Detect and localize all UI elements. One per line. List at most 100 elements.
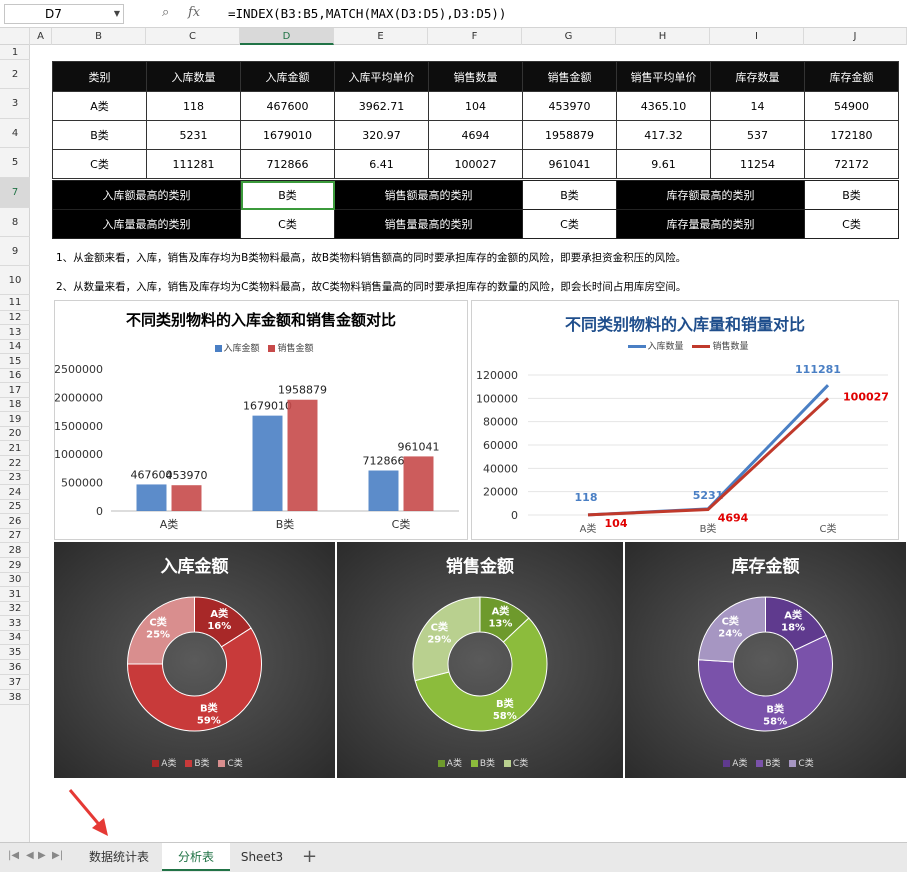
row-header[interactable]: 17	[0, 383, 30, 398]
row-header[interactable]: 11	[0, 295, 30, 311]
formula-input[interactable]: =INDEX(B3:B5,MATCH(MAX(D3:D5),D3:D5))	[228, 4, 506, 24]
table-header-cell[interactable]: 类别	[52, 61, 147, 92]
row-header[interactable]: 12	[0, 311, 30, 325]
row-header[interactable]: 7	[0, 178, 30, 208]
row-header[interactable]: 4	[0, 119, 30, 148]
row-header[interactable]: 28	[0, 543, 30, 558]
row-header[interactable]: 3	[0, 89, 30, 119]
row-header[interactable]: 34	[0, 631, 30, 645]
chevron-down-icon[interactable]: ▼	[114, 5, 120, 23]
row-header[interactable]: 31	[0, 587, 30, 602]
next-sheet-icon[interactable]: ▶	[38, 850, 46, 861]
summary-value[interactable]: B类	[522, 180, 617, 210]
row-header[interactable]: 20	[0, 427, 30, 441]
sheet-tab-active[interactable]: 分析表	[162, 843, 230, 871]
name-box[interactable]: D7 ▼	[4, 4, 124, 24]
add-sheet-button[interactable]: +	[302, 846, 317, 867]
first-sheet-icon[interactable]: |◀	[8, 850, 19, 861]
table-header-cell[interactable]: 库存金额	[804, 61, 899, 92]
table-cell[interactable]: 11254	[710, 149, 805, 179]
row-header[interactable]: 22	[0, 456, 30, 471]
column-header[interactable]: C	[146, 28, 240, 45]
row-header[interactable]: 38	[0, 690, 30, 705]
table-cell[interactable]: 100027	[428, 149, 523, 179]
donut-chart-sales-amount[interactable]: 销售金额 A类 13% B类 58% C类 29% A类 B类 C类	[337, 542, 623, 778]
summary-value[interactable]: C类	[522, 209, 617, 239]
row-header[interactable]: 23	[0, 471, 30, 485]
bar-chart[interactable]: 不同类别物料的入库金额和销售金额对比 入库金额 销售金额 0 500000 1000…	[54, 300, 468, 540]
table-cell[interactable]: 453970	[522, 91, 617, 121]
column-header[interactable]: A	[30, 28, 52, 45]
table-cell[interactable]: 54900	[804, 91, 899, 121]
summary-label[interactable]: 入库量最高的类别	[52, 209, 241, 239]
row-header[interactable]: 25	[0, 500, 30, 514]
table-cell[interactable]: 417.32	[616, 120, 711, 150]
table-cell[interactable]: 118	[146, 91, 241, 121]
column-header[interactable]: F	[428, 28, 522, 45]
select-all-corner[interactable]	[0, 28, 30, 45]
row-header[interactable]: 29	[0, 558, 30, 573]
summary-label[interactable]: 入库额最高的类别	[52, 180, 241, 210]
summary-value[interactable]: C类	[804, 209, 899, 239]
table-header-cell[interactable]: 入库平均单价	[334, 61, 429, 92]
table-cell[interactable]: 712866	[240, 149, 335, 179]
table-header-cell[interactable]: 销售平均单价	[616, 61, 711, 92]
row-header[interactable]: 21	[0, 441, 30, 456]
table-cell[interactable]: 111281	[146, 149, 241, 179]
column-header[interactable]: J	[804, 28, 907, 45]
sheet-tab[interactable]: 数据统计表	[76, 843, 162, 871]
row-header[interactable]: 10	[0, 266, 30, 295]
table-cell[interactable]: 4694	[428, 120, 523, 150]
table-cell[interactable]: B类	[52, 120, 147, 150]
search-function-icon[interactable]: ⌕	[162, 5, 169, 20]
row-header[interactable]: 35	[0, 645, 30, 660]
table-cell[interactable]: 72172	[804, 149, 899, 179]
table-cell[interactable]: 537	[710, 120, 805, 150]
row-header[interactable]: 2	[0, 60, 30, 89]
table-header-cell[interactable]: 销售金额	[522, 61, 617, 92]
row-header[interactable]: 32	[0, 602, 30, 616]
summary-value[interactable]: B类	[804, 180, 899, 210]
row-header[interactable]: 14	[0, 340, 30, 354]
row-header[interactable]: 16	[0, 369, 30, 383]
summary-label[interactable]: 销售量最高的类别	[334, 209, 523, 239]
table-cell[interactable]: 104	[428, 91, 523, 121]
column-header[interactable]: E	[334, 28, 428, 45]
summary-label[interactable]: 销售额最高的类别	[334, 180, 523, 210]
last-sheet-icon[interactable]: ▶|	[52, 850, 63, 861]
row-header[interactable]: 30	[0, 573, 30, 587]
analysis-note[interactable]: 1、从金额来看，入库，销售及库存均为B类物料最高，故B类物料销售额高的同时要承担…	[56, 250, 686, 265]
table-cell[interactable]: 3962.71	[334, 91, 429, 121]
row-header[interactable]: 26	[0, 514, 30, 529]
row-header[interactable]: 15	[0, 354, 30, 369]
column-header-selected[interactable]: D	[240, 28, 334, 45]
table-cell[interactable]: 4365.10	[616, 91, 711, 121]
insert-function-icon[interactable]: fx	[188, 5, 200, 20]
row-header[interactable]: 36	[0, 660, 30, 675]
table-cell[interactable]: C类	[52, 149, 147, 179]
table-cell[interactable]: 6.41	[334, 149, 429, 179]
row-header[interactable]: 27	[0, 529, 30, 543]
row-header[interactable]: 37	[0, 675, 30, 690]
table-header-cell[interactable]: 入库数量	[146, 61, 241, 92]
table-cell[interactable]: 5231	[146, 120, 241, 150]
table-cell[interactable]: 467600	[240, 91, 335, 121]
prev-sheet-icon[interactable]: ◀	[26, 850, 34, 861]
row-header[interactable]: 13	[0, 325, 30, 340]
row-header[interactable]: 33	[0, 616, 30, 631]
row-header[interactable]: 1	[0, 45, 30, 60]
line-chart[interactable]: 不同类别物料的入库量和销量对比 入库数量 销售数量 0 20000 40000 600…	[471, 300, 899, 540]
row-header[interactable]: 24	[0, 485, 30, 500]
row-header[interactable]: 5	[0, 148, 30, 178]
table-header-cell[interactable]: 销售数量	[428, 61, 523, 92]
table-cell[interactable]: 14	[710, 91, 805, 121]
table-cell[interactable]: 961041	[522, 149, 617, 179]
table-cell[interactable]: 172180	[804, 120, 899, 150]
row-header[interactable]: 8	[0, 208, 30, 237]
table-cell[interactable]: 9.61	[616, 149, 711, 179]
column-header[interactable]: B	[52, 28, 146, 45]
analysis-note[interactable]: 2、从数量来看，入库，销售及库存均为C类物料最高，故C类物料销售量高的同时要承担…	[56, 279, 686, 294]
donut-chart-stock-amount[interactable]: 库存金额 A类 18% B类 58% C类 24% A类 B类 C类	[625, 542, 906, 778]
row-header[interactable]: 9	[0, 237, 30, 266]
table-cell[interactable]: 320.97	[334, 120, 429, 150]
